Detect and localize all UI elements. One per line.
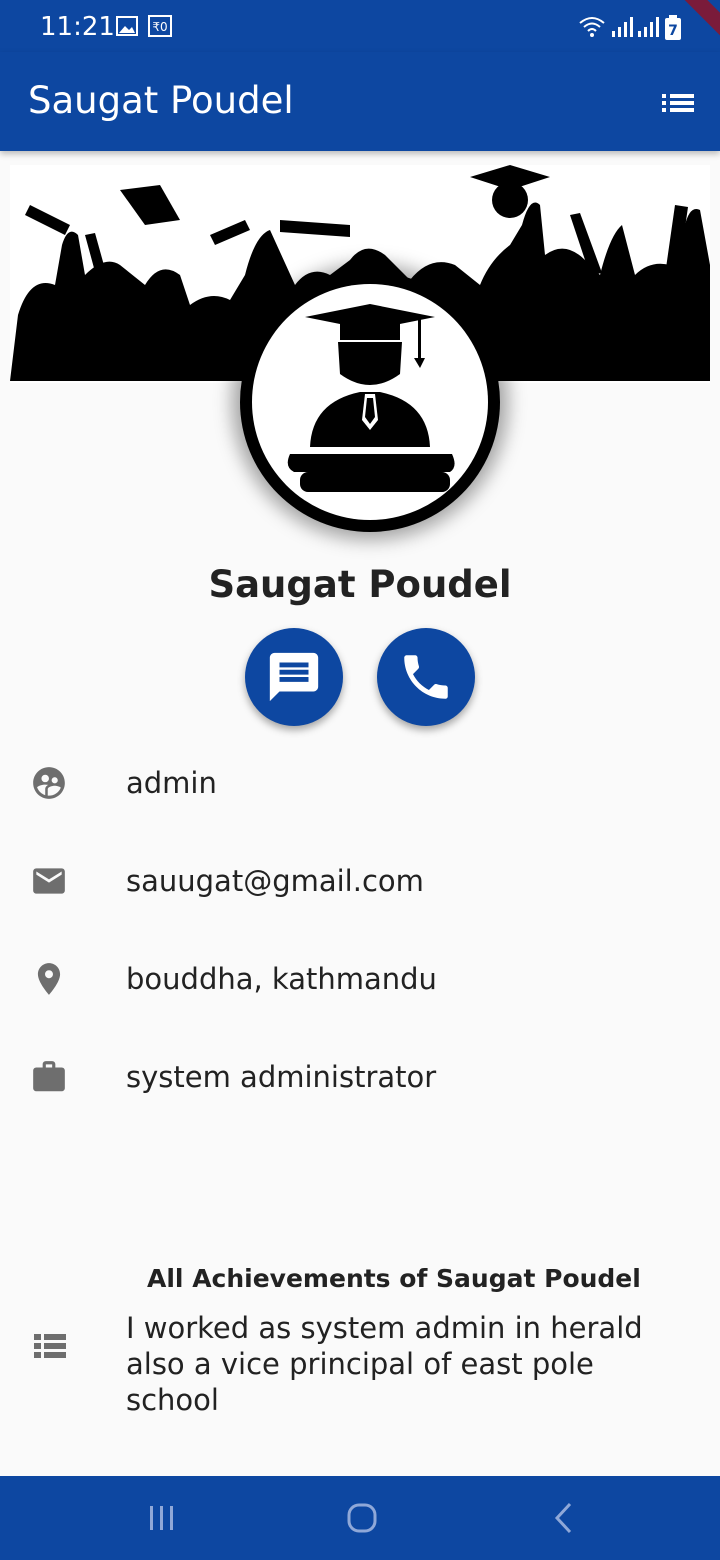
battery-icon: 7: [665, 15, 681, 40]
battery-level: 7: [668, 23, 678, 39]
status-bar: 11:21 ₹0 7: [0, 0, 720, 52]
detail-row-location: bouddha, kathmandu: [0, 948, 720, 1008]
group-icon: [33, 767, 65, 799]
detail-row-email: sauugat@gmail.com: [0, 850, 720, 910]
profile-name: Saugat Poudel: [208, 563, 512, 606]
profile-avatar: [240, 272, 500, 532]
briefcase-icon: [33, 1061, 65, 1092]
back-icon[interactable]: [544, 1498, 584, 1538]
phone-icon: [404, 655, 448, 699]
list-icon[interactable]: [656, 82, 700, 122]
home-icon[interactable]: [342, 1498, 382, 1538]
achievements-title: All Achievements of Saugat Poudel: [147, 1264, 641, 1293]
status-time: 11:21: [40, 12, 115, 42]
role-text: admin: [126, 766, 217, 800]
image-icon: [116, 16, 138, 36]
svg-text:₹0: ₹0: [152, 20, 167, 34]
sim-icon: ₹0: [148, 15, 172, 37]
message-button[interactable]: [245, 628, 343, 726]
job-text: system administrator: [126, 1060, 437, 1094]
email-text: sauugat@gmail.com: [126, 864, 424, 898]
app-bar: Saugat Poudel: [0, 52, 720, 151]
location-pin-icon: [37, 963, 61, 995]
email-icon: [33, 868, 65, 894]
system-nav-bar: [0, 1476, 720, 1560]
graduate-avatar-icon: [252, 284, 488, 520]
call-button[interactable]: [377, 628, 475, 726]
message-icon: [269, 652, 319, 702]
signal-icon: [638, 17, 659, 37]
app-bar-title: Saugat Poudel: [28, 79, 294, 122]
achievements-text: I worked as system admin in herald also …: [126, 1311, 643, 1417]
recents-icon[interactable]: [142, 1498, 182, 1538]
detail-row-role: admin: [0, 752, 720, 812]
location-text: bouddha, kathmandu: [126, 962, 437, 996]
signal-icon: [612, 17, 633, 37]
detail-row-job: system administrator: [0, 1046, 720, 1106]
list-icon: [34, 1334, 66, 1358]
wifi-icon: [579, 17, 605, 37]
